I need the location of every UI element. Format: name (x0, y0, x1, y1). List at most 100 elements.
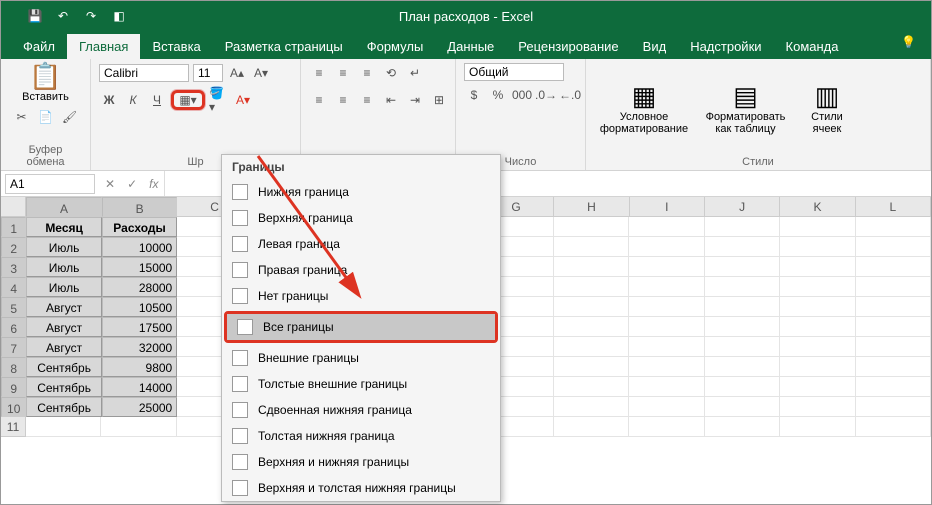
cell[interactable]: 25000 (102, 397, 177, 417)
touch-mode-icon[interactable]: ◧ (110, 7, 128, 25)
cell[interactable] (629, 237, 704, 257)
cell[interactable] (705, 317, 780, 337)
borders-menu-item[interactable]: Правая граница (222, 257, 500, 283)
borders-menu-item[interactable]: Толстая нижняя граница (222, 423, 500, 449)
cell[interactable] (856, 237, 931, 257)
tab-formulas[interactable]: Формулы (355, 34, 436, 59)
cell[interactable] (780, 217, 855, 237)
borders-menu-item[interactable]: Верхняя и толстая нижняя границы (222, 475, 500, 501)
tab-file[interactable]: Файл (11, 34, 67, 59)
row-header[interactable]: 7 (1, 337, 26, 357)
tab-insert[interactable]: Вставка (140, 34, 212, 59)
borders-menu-item[interactable]: Верхняя и нижняя границы (222, 449, 500, 475)
bold-button[interactable]: Ж (99, 90, 119, 110)
increase-decimal-icon[interactable]: .0→ (536, 85, 556, 105)
align-middle-icon[interactable]: ≡ (333, 63, 353, 83)
align-center-icon[interactable]: ≡ (333, 90, 353, 110)
cell[interactable] (780, 317, 855, 337)
redo-icon[interactable]: ↷ (82, 7, 100, 25)
orientation-icon[interactable]: ⟲ (381, 63, 401, 83)
copy-icon[interactable]: 📄 (36, 107, 56, 127)
cell[interactable] (554, 257, 629, 277)
format-painter-icon[interactable]: 🖌 (60, 107, 80, 127)
tab-pagelayout[interactable]: Разметка страницы (213, 34, 355, 59)
cell[interactable] (629, 357, 704, 377)
cell[interactable] (554, 397, 629, 417)
cut-icon[interactable]: ✂ (12, 107, 32, 127)
name-box[interactable] (5, 174, 95, 194)
cell[interactable] (554, 237, 629, 257)
cell[interactable] (629, 317, 704, 337)
currency-icon[interactable]: $ (464, 85, 484, 105)
font-color-icon[interactable]: A▾ (233, 90, 253, 110)
tab-home[interactable]: Главная (67, 34, 140, 59)
cell[interactable] (780, 337, 855, 357)
cell[interactable] (856, 417, 931, 437)
decrease-indent-icon[interactable]: ⇤ (381, 90, 401, 110)
cell[interactable] (856, 357, 931, 377)
align-left-icon[interactable]: ≡ (309, 90, 329, 110)
borders-menu-item[interactable]: Внешние границы (222, 345, 500, 371)
save-icon[interactable]: 💾 (26, 7, 44, 25)
cell[interactable] (856, 337, 931, 357)
cell[interactable] (856, 377, 931, 397)
cell[interactable] (856, 277, 931, 297)
grow-font-icon[interactable]: A▴ (227, 63, 247, 83)
cell[interactable]: Месяц (26, 217, 101, 237)
conditional-formatting-button[interactable]: ▦ Условное форматирование (594, 83, 694, 135)
underline-button[interactable]: Ч (147, 90, 167, 110)
percent-icon[interactable]: % (488, 85, 508, 105)
cell[interactable] (629, 297, 704, 317)
number-format-select[interactable]: Общий (464, 63, 564, 81)
col-header[interactable]: K (780, 197, 855, 217)
col-header[interactable]: A (26, 197, 102, 217)
row-header[interactable]: 3 (1, 257, 26, 277)
row-header[interactable]: 5 (1, 297, 26, 317)
cell[interactable] (705, 337, 780, 357)
cell[interactable] (780, 397, 855, 417)
borders-button[interactable]: ▦▾ (171, 90, 205, 110)
cell[interactable] (705, 217, 780, 237)
align-top-icon[interactable]: ≡ (309, 63, 329, 83)
tab-team[interactable]: Команда (774, 34, 851, 59)
comma-icon[interactable]: 000 (512, 85, 532, 105)
cell[interactable]: 9800 (102, 357, 177, 377)
cell[interactable] (705, 377, 780, 397)
cell[interactable] (629, 277, 704, 297)
cell[interactable] (856, 257, 931, 277)
cell[interactable] (705, 357, 780, 377)
cell[interactable] (554, 317, 629, 337)
cell[interactable] (629, 377, 704, 397)
borders-menu-item[interactable]: Нижняя граница (222, 179, 500, 205)
cancel-icon[interactable]: ✕ (105, 177, 115, 191)
cell[interactable] (780, 297, 855, 317)
tab-view[interactable]: Вид (631, 34, 679, 59)
format-as-table-button[interactable]: ▤ Форматировать как таблицу (698, 83, 793, 135)
cell[interactable] (856, 297, 931, 317)
cell[interactable]: Июль (26, 237, 101, 257)
cell[interactable] (629, 217, 704, 237)
italic-button[interactable]: К (123, 90, 143, 110)
tell-me-icon[interactable]: 💡 (901, 35, 916, 49)
cell[interactable]: 32000 (102, 337, 177, 357)
cell[interactable] (554, 277, 629, 297)
select-all-corner[interactable] (1, 197, 26, 217)
cell[interactable] (856, 217, 931, 237)
cell[interactable] (629, 417, 704, 437)
cell[interactable] (705, 257, 780, 277)
cell[interactable] (856, 317, 931, 337)
cell[interactable]: Июль (26, 277, 101, 297)
cell[interactable] (780, 357, 855, 377)
col-header[interactable]: B (102, 197, 178, 217)
cell[interactable]: Август (26, 297, 101, 317)
cell[interactable] (705, 277, 780, 297)
cell[interactable]: 14000 (102, 377, 177, 397)
align-bottom-icon[interactable]: ≡ (357, 63, 377, 83)
paste-button[interactable]: 📋 Вставить (17, 63, 75, 103)
cell[interactable] (554, 357, 629, 377)
borders-menu-item[interactable]: Левая граница (222, 231, 500, 257)
fx-icon[interactable]: fx (149, 177, 158, 191)
cell[interactable]: Сентябрь (26, 377, 101, 397)
borders-menu-item[interactable]: Сдвоенная нижняя граница (222, 397, 500, 423)
cell[interactable] (629, 257, 704, 277)
